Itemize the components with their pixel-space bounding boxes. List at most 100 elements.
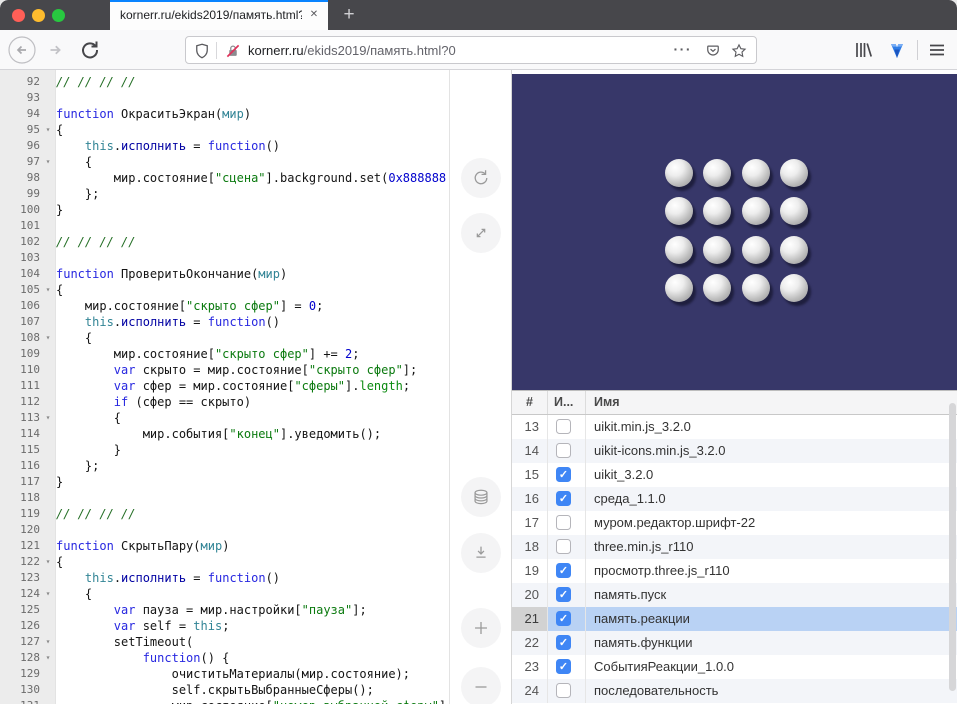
table-row[interactable]: 19✓просмотр.three.js_r110 xyxy=(512,559,957,583)
used-checkbox[interactable] xyxy=(556,443,571,458)
fullscreen-button[interactable] xyxy=(461,213,501,253)
code-line[interactable]: 113▾ { xyxy=(0,410,450,426)
sphere[interactable] xyxy=(780,236,808,264)
page-actions-icon[interactable]: ··· xyxy=(674,41,693,57)
code-line[interactable]: 106 мир.состояние["скрыто сфер"] = 0; xyxy=(0,298,450,314)
table-row[interactable]: 13uikit.min.js_3.2.0 xyxy=(512,415,957,439)
reload-icon[interactable] xyxy=(76,36,104,64)
sphere[interactable] xyxy=(742,159,770,187)
forward-icon[interactable] xyxy=(42,36,70,64)
browser-tab[interactable]: kornerr.ru/ekids2019/память.html?0 ✕ xyxy=(110,0,328,30)
fold-arrow-icon[interactable]: ▾ xyxy=(40,586,56,602)
used-checkbox[interactable] xyxy=(556,515,571,530)
table-row[interactable]: 23✓СобытияРеакции_1.0.0 xyxy=(512,655,957,679)
code-line[interactable]: 98 мир.состояние["сцена"].background.set… xyxy=(0,170,450,186)
used-checkbox[interactable]: ✓ xyxy=(556,491,571,506)
used-checkbox[interactable] xyxy=(556,539,571,554)
sphere[interactable] xyxy=(665,197,693,225)
code-line[interactable]: 109 мир.состояние["скрыто сфер"] += 2; xyxy=(0,346,450,362)
url-text[interactable]: kornerr.ru/ekids2019/память.html?0 xyxy=(248,43,656,58)
code-line[interactable]: 114 мир.события["конец"].уведомить(); xyxy=(0,426,450,442)
code-line[interactable]: 130 self.скрытьВыбранныеСферы(); xyxy=(0,682,450,698)
shield-icon[interactable] xyxy=(193,42,211,60)
table-row[interactable]: 22✓память.функции xyxy=(512,631,957,655)
code-line[interactable]: 129 очиститьМатериалы(мир.состояние); xyxy=(0,666,450,682)
code-line[interactable]: 131 мир.состояние["номер выбранной сферы… xyxy=(0,698,450,704)
sphere[interactable] xyxy=(703,274,731,302)
code-line[interactable]: 125 var пауза = мир.настройки["пауза"]; xyxy=(0,602,450,618)
zoom-out-button[interactable] xyxy=(461,667,501,704)
code-line[interactable]: 94function ОкраситьЭкран(мир) xyxy=(0,106,450,122)
used-checkbox[interactable]: ✓ xyxy=(556,635,571,650)
fold-arrow-icon[interactable]: ▾ xyxy=(40,634,56,650)
sphere[interactable] xyxy=(780,274,808,302)
menu-icon[interactable] xyxy=(923,36,951,64)
used-checkbox[interactable] xyxy=(556,419,571,434)
code-line[interactable]: 97▾ { xyxy=(0,154,450,170)
library-icon[interactable] xyxy=(849,36,877,64)
table-row[interactable]: 14uikit-icons.min.js_3.2.0 xyxy=(512,439,957,463)
url-bar[interactable]: kornerr.ru/ekids2019/память.html?0 ··· xyxy=(185,36,757,64)
code-line[interactable]: 103 xyxy=(0,250,450,266)
table-scrollbar[interactable] xyxy=(949,403,956,691)
used-checkbox[interactable]: ✓ xyxy=(556,611,571,626)
code-line[interactable]: 119// // // // xyxy=(0,506,450,522)
fold-arrow-icon[interactable]: ▾ xyxy=(40,554,56,570)
code-line[interactable]: 124▾ { xyxy=(0,586,450,602)
scene-canvas[interactable] xyxy=(512,74,957,390)
used-checkbox[interactable]: ✓ xyxy=(556,467,571,482)
sphere[interactable] xyxy=(742,197,770,225)
insecure-lock-icon[interactable] xyxy=(224,42,242,60)
sphere[interactable] xyxy=(665,159,693,187)
minimize-window-button[interactable] xyxy=(32,9,45,22)
code-line[interactable]: 112 if (сфер == скрыто) xyxy=(0,394,450,410)
zoom-window-button[interactable] xyxy=(52,9,65,22)
table-row[interactable]: 16✓среда_1.1.0 xyxy=(512,487,957,511)
sphere[interactable] xyxy=(780,159,808,187)
code-line[interactable]: 102// // // // xyxy=(0,234,450,250)
code-line[interactable]: 92// // // // xyxy=(0,74,450,90)
fold-arrow-icon[interactable]: ▾ xyxy=(40,650,56,666)
fold-arrow-icon[interactable]: ▾ xyxy=(40,410,56,426)
code-line[interactable]: 117} xyxy=(0,474,450,490)
table-row[interactable]: 20✓память.пуск xyxy=(512,583,957,607)
code-line[interactable]: 122▾{ xyxy=(0,554,450,570)
table-row[interactable]: 21✓память.реакции xyxy=(512,607,957,631)
sphere[interactable] xyxy=(703,159,731,187)
sphere[interactable] xyxy=(665,236,693,264)
sphere[interactable] xyxy=(703,236,731,264)
code-line[interactable]: 99 }; xyxy=(0,186,450,202)
used-checkbox[interactable]: ✓ xyxy=(556,659,571,674)
extension-gem-icon[interactable] xyxy=(883,36,911,64)
code-line[interactable]: 96 this.исполнить = function() xyxy=(0,138,450,154)
table-row[interactable]: 17муром.редактор.шрифт-22 xyxy=(512,511,957,535)
code-line[interactable]: 126 var self = this; xyxy=(0,618,450,634)
fold-arrow-icon[interactable]: ▾ xyxy=(40,122,56,138)
code-line[interactable]: 93 xyxy=(0,90,450,106)
code-line[interactable]: 120 xyxy=(0,522,450,538)
code-line[interactable]: 116 }; xyxy=(0,458,450,474)
code-line[interactable]: 115 } xyxy=(0,442,450,458)
close-window-button[interactable] xyxy=(12,9,25,22)
sphere[interactable] xyxy=(742,236,770,264)
back-icon[interactable] xyxy=(8,36,36,64)
code-line[interactable]: 100} xyxy=(0,202,450,218)
download-button[interactable] xyxy=(461,533,501,573)
code-editor[interactable]: 92// // // //9394function ОкраситьЭкран(… xyxy=(0,70,450,704)
code-line[interactable]: 127▾ setTimeout( xyxy=(0,634,450,650)
sphere[interactable] xyxy=(742,274,770,302)
code-line[interactable]: 104function ПроверитьОкончание(мир) xyxy=(0,266,450,282)
code-line[interactable]: 95▾{ xyxy=(0,122,450,138)
code-line[interactable]: 108▾ { xyxy=(0,330,450,346)
used-checkbox[interactable] xyxy=(556,683,571,698)
used-checkbox[interactable]: ✓ xyxy=(556,587,571,602)
zoom-in-button[interactable] xyxy=(461,608,501,648)
sphere[interactable] xyxy=(665,274,693,302)
resources-button[interactable] xyxy=(461,477,501,517)
table-row[interactable]: 15✓uikit_3.2.0 xyxy=(512,463,957,487)
code-line[interactable]: 110 var скрыто = мир.состояние["скрыто с… xyxy=(0,362,450,378)
fold-arrow-icon[interactable]: ▾ xyxy=(40,282,56,298)
reload-view-button[interactable] xyxy=(461,158,501,198)
code-line[interactable]: 118 xyxy=(0,490,450,506)
fold-arrow-icon[interactable]: ▾ xyxy=(40,154,56,170)
